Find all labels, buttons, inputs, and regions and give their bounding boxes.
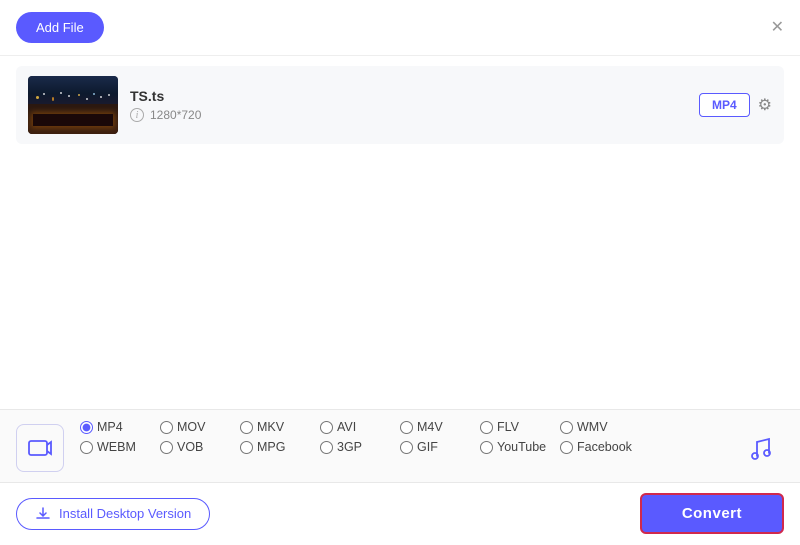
file-list-area: TS.ts i 1280*720 MP4 ⚙ (0, 56, 800, 209)
format-option-webm[interactable]: WEBM (80, 440, 160, 454)
top-bar: Add File ✕ (0, 0, 800, 56)
format-icon-box[interactable] (16, 424, 64, 472)
close-icon: ✕ (771, 19, 784, 36)
format-options-container: MP4 MOV MKV AVI (80, 420, 720, 454)
file-actions: MP4 ⚙ (699, 93, 772, 117)
format-badge-button[interactable]: MP4 (699, 93, 750, 117)
format-row: MP4 MOV MKV AVI (16, 420, 784, 472)
format-option-3gp[interactable]: 3GP (320, 440, 400, 454)
file-resolution: 1280*720 (150, 108, 201, 122)
format-option-m4v[interactable]: M4V (400, 420, 480, 434)
format-option-gif[interactable]: GIF (400, 440, 480, 454)
install-label: Install Desktop Version (59, 506, 191, 521)
format-row-1: MP4 MOV MKV AVI (80, 420, 720, 434)
format-option-mp4[interactable]: MP4 (80, 420, 160, 434)
add-file-button[interactable]: Add File (16, 12, 104, 43)
bottom-panel: MP4 MOV MKV AVI (0, 409, 800, 482)
format-option-facebook[interactable]: Facebook (560, 440, 650, 454)
middle-area (0, 209, 800, 409)
download-icon (35, 506, 51, 522)
info-icon: i (130, 108, 144, 122)
format-option-youtube[interactable]: YouTube (480, 440, 560, 454)
thumb-lights (28, 91, 118, 111)
format-option-vob[interactable]: VOB (160, 440, 240, 454)
settings-button[interactable]: ⚙ (758, 95, 772, 115)
thumb-inner (28, 76, 118, 134)
file-name: TS.ts (130, 88, 687, 104)
gear-icon: ⚙ (758, 97, 772, 114)
format-option-mov[interactable]: MOV (160, 420, 240, 434)
file-info: TS.ts i 1280*720 (130, 88, 687, 122)
file-item: TS.ts i 1280*720 MP4 ⚙ (16, 66, 784, 144)
video-icon (27, 435, 53, 461)
music-icon (746, 434, 774, 462)
format-option-mpg[interactable]: MPG (240, 440, 320, 454)
file-meta: i 1280*720 (130, 108, 687, 122)
convert-button[interactable]: Convert (640, 493, 784, 534)
action-bar: Install Desktop Version Convert (0, 482, 800, 544)
format-option-flv[interactable]: FLV (480, 420, 560, 434)
install-desktop-button[interactable]: Install Desktop Version (16, 498, 210, 530)
main-content: TS.ts i 1280*720 MP4 ⚙ (0, 56, 800, 544)
format-option-avi[interactable]: AVI (320, 420, 400, 434)
format-option-mkv[interactable]: MKV (240, 420, 320, 434)
format-row-2: WEBM VOB MPG 3GP (80, 440, 720, 454)
format-option-wmv[interactable]: WMV (560, 420, 640, 434)
file-thumbnail (28, 76, 118, 134)
music-icon-box[interactable] (736, 424, 784, 472)
close-button[interactable]: ✕ (771, 20, 784, 36)
